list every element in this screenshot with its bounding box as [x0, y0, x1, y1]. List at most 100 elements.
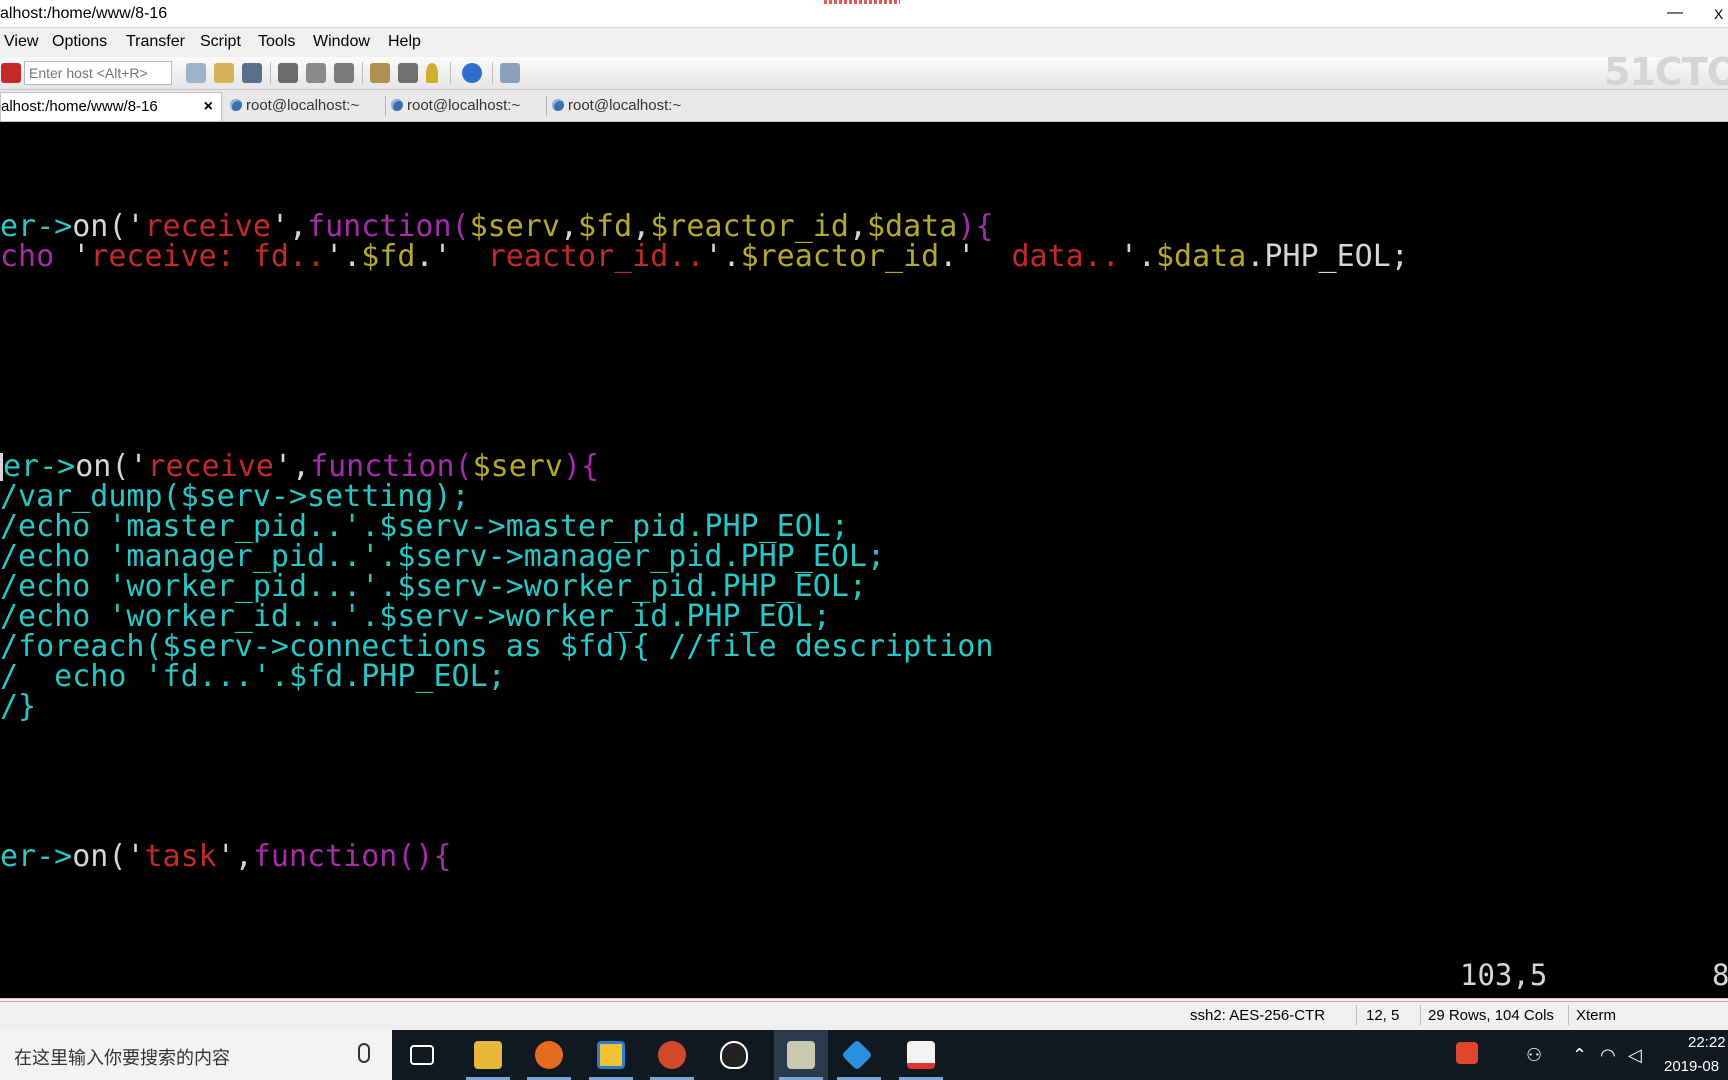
menu-bar: View Options Transfer Script Tools Windo… [0, 28, 1728, 57]
code-token: er-> [0, 839, 73, 874]
chevron-up-icon[interactable]: ⌃ [1572, 1045, 1587, 1066]
toolbar-separator [450, 62, 451, 84]
code-token: $reactor_id [740, 239, 940, 274]
printer-icon[interactable] [334, 63, 354, 83]
taskbar-search[interactable]: 在这里输入你要搜索的内容 [0, 1030, 392, 1080]
code-token: task [144, 839, 217, 874]
session-tabs: alhost:/home/www/8-16 × root@localhost:~… [0, 90, 1728, 122]
disconnect-icon[interactable] [1, 63, 21, 83]
code-token: .' [939, 239, 1012, 274]
title-bar: alhost:/home/www/8-16 — X [0, 0, 1728, 28]
code-token: $fd [361, 239, 416, 274]
code-token: ' [126, 839, 145, 874]
paste-icon[interactable] [214, 63, 234, 83]
toolbar-separator [492, 62, 493, 84]
code-token: function(){ [252, 839, 452, 874]
volume-icon[interactable]: ◁ [1628, 1045, 1642, 1066]
code-token: '. [704, 239, 741, 274]
code-token: receive: fd.. [90, 239, 326, 274]
connection-status: ssh2: AES-256-CTR [1190, 1007, 1326, 1024]
host-input[interactable] [24, 61, 172, 85]
code-token: / echo 'fd...'.$fd.PHP_EOL; [0, 659, 506, 694]
menu-window[interactable]: Window [313, 33, 370, 51]
tab-session[interactable]: root@localhost:~ [552, 92, 681, 121]
recording-indicator [824, 0, 900, 4]
powerpoint-icon[interactable] [658, 1041, 686, 1069]
tab-session[interactable]: root@localhost:~ [391, 92, 520, 121]
app-icon[interactable] [597, 1041, 625, 1069]
code-token: .PHP_EOL; [1246, 239, 1409, 274]
status-divider [1356, 1005, 1357, 1025]
status-divider [0, 1001, 1728, 1002]
copy-icon[interactable] [186, 63, 206, 83]
wifi-icon[interactable]: ◠ [1600, 1045, 1616, 1066]
tab-label: root@localhost:~ [246, 97, 360, 114]
code-line: cho 'receive: fd..'.$fd.' reactor_id..'.… [0, 240, 1409, 274]
code-token: cho [0, 239, 73, 274]
status-divider [1568, 1005, 1569, 1025]
menu-options[interactable]: Options [52, 33, 107, 51]
code-line: /} [0, 690, 36, 724]
toolbar: 51CTO学 [0, 50, 1728, 147]
close-button[interactable]: X [1714, 0, 1728, 28]
status-bar: ssh2: AES-256-CTR 12, 5 29 Rows, 104 Col… [0, 998, 1728, 1030]
terminal-size-status: 29 Rows, 104 Cols [1428, 1007, 1554, 1024]
menu-transfer[interactable]: Transfer [126, 33, 185, 51]
image-app-icon[interactable] [907, 1041, 935, 1069]
session-icon [230, 99, 242, 111]
firefox-icon[interactable] [535, 1041, 563, 1069]
microphone-icon[interactable] [358, 1043, 370, 1063]
app-icon[interactable] [841, 1039, 873, 1071]
qq-icon[interactable] [720, 1041, 748, 1069]
people-icon[interactable]: ⚇ [1526, 1045, 1542, 1066]
code-token: /} [0, 689, 37, 724]
code-token: .' [415, 239, 488, 274]
code-token: $data [1156, 239, 1247, 274]
tab-label: root@localhost:~ [407, 97, 521, 114]
vim-cursor-position: 103,5 [1460, 958, 1548, 992]
menu-help[interactable]: Help [388, 33, 421, 51]
file-explorer-icon[interactable] [474, 1041, 502, 1069]
menu-script[interactable]: Script [200, 33, 241, 51]
terminal-view[interactable]: er->on('receive',function($serv,$fd,$rea… [0, 122, 1728, 998]
vim-scroll-percent: 8 [1712, 958, 1728, 992]
screen-icon[interactable] [500, 63, 520, 83]
code-token: $serv [472, 449, 563, 484]
toolbar-separator [362, 62, 363, 84]
code-token: '. [325, 239, 362, 274]
help-icon[interactable] [462, 63, 482, 83]
code-token: reactor_id.. [487, 239, 705, 274]
print-selection-icon[interactable] [306, 63, 326, 83]
session-options-icon[interactable] [370, 63, 390, 83]
clock-date[interactable]: 2019-08 [1664, 1058, 1719, 1075]
sogou-input-icon[interactable] [1456, 1042, 1478, 1064]
find-icon[interactable] [242, 63, 262, 83]
code-token: ){ [562, 449, 600, 484]
tab-label: alhost:/home/www/8-16 [1, 98, 158, 115]
key-icon[interactable] [426, 63, 438, 83]
tab-divider [546, 96, 547, 116]
session-icon [552, 99, 564, 111]
tab-close-icon[interactable]: × [204, 93, 213, 121]
code-token: data.. [1011, 239, 1120, 274]
clock-time[interactable]: 22:22 [1688, 1034, 1726, 1051]
taskbar-search-placeholder: 在这里输入你要搜索的内容 [14, 1048, 230, 1068]
tab-session[interactable]: root@localhost:~ [230, 92, 359, 121]
print-icon[interactable] [278, 63, 298, 83]
code-line: er->on('task',function(){ [0, 840, 452, 874]
tab-session-active[interactable]: alhost:/home/www/8-16 × [0, 92, 222, 121]
windows-taskbar: 在这里输入你要搜索的内容 ⚇ ⌃ ◠ ◁ 22:22 2019-08 [0, 1030, 1728, 1080]
tab-divider [385, 96, 386, 116]
minimize-button[interactable]: — [1660, 0, 1690, 28]
securecrt-icon[interactable] [787, 1041, 815, 1069]
terminal-type-status: Xterm [1576, 1007, 1617, 1024]
code-token: ', [216, 839, 253, 874]
task-view-icon[interactable] [410, 1045, 434, 1065]
code-token: '. [1119, 239, 1156, 274]
menu-tools[interactable]: Tools [258, 33, 295, 51]
global-options-icon[interactable] [398, 63, 418, 83]
tab-label: root@localhost:~ [568, 97, 682, 114]
code-line: / echo 'fd...'.$fd.PHP_EOL; [0, 660, 506, 694]
menu-view[interactable]: View [4, 33, 38, 51]
session-icon [391, 99, 403, 111]
